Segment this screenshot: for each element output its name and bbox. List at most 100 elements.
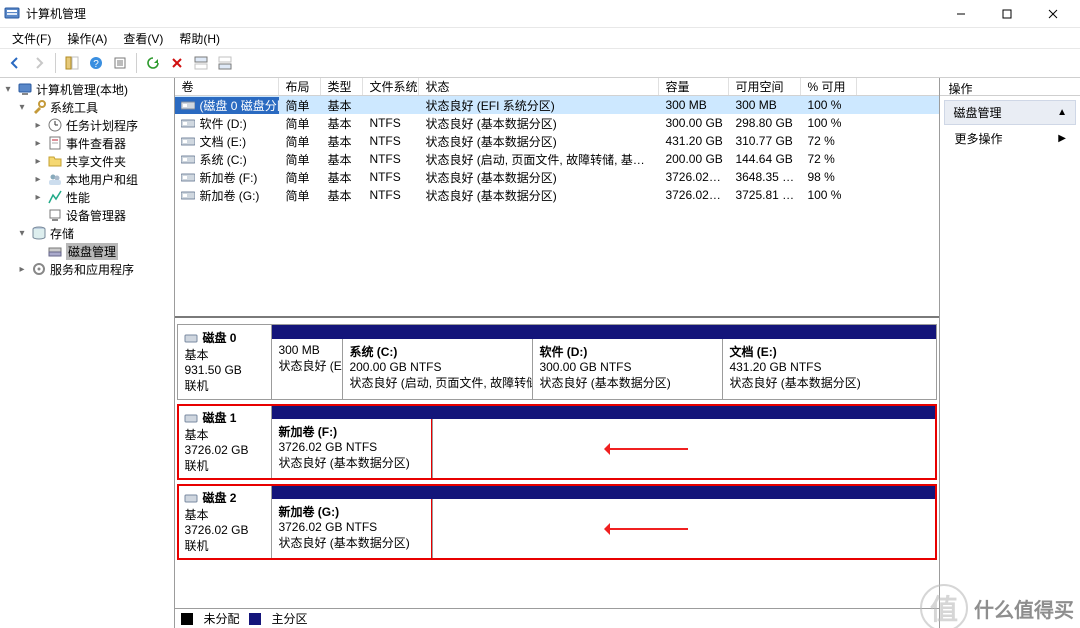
partition-size: 3726.02 GB NTFS [278,440,425,454]
collapse-icon[interactable]: ▾ [16,227,28,239]
collapse-icon[interactable]: ▾ [16,101,28,113]
navigation-tree[interactable]: ▾ 计算机管理(本地) ▾ 系统工具 ▸任务计划程序 ▸事件查看器 ▸共享文件夹… [0,78,175,628]
col-type[interactable]: 类型 [321,78,363,95]
annotation-arrow-icon [608,528,688,530]
refresh-button[interactable] [142,52,164,74]
clock-icon [47,117,63,133]
disk-name: 磁盘 0 [202,329,236,346]
drive-icon [181,99,195,111]
disk-row[interactable]: 磁盘 2基本3726.02 GB联机新加卷 (G:)3726.02 GB NTF… [177,484,937,560]
collapse-icon[interactable]: ▾ [2,83,14,95]
drive-icon [181,189,195,201]
expand-icon[interactable]: ▸ [32,191,44,203]
tools-icon [31,99,47,115]
partition-box[interactable]: 新加卷 (F:)3726.02 GB NTFS状态良好 (基本数据分区) [272,419,432,479]
forward-button[interactable] [28,52,50,74]
partition-box[interactable]: 新加卷 (G:)3726.02 GB NTFS状态良好 (基本数据分区) [272,499,432,559]
delete-button[interactable] [166,52,188,74]
disk-mgmt-icon [47,243,63,259]
perf-icon [47,189,63,205]
menu-action[interactable]: 操作(A) [59,29,115,48]
expand-icon[interactable]: ▸ [16,263,28,275]
close-button[interactable] [1030,0,1076,28]
menu-view[interactable]: 查看(V) [115,29,171,48]
tree-local-users[interactable]: ▸本地用户和组 [0,170,174,188]
volume-status: 状态良好 (基本数据分区) [419,187,659,204]
disk-status: 联机 [184,377,265,394]
disk-header[interactable]: 磁盘 0基本931.50 GB联机 [178,325,272,399]
col-free[interactable]: 可用空间 [729,78,801,95]
expand-icon[interactable]: ▸ [32,137,44,149]
partition-box[interactable]: 文档 (E:)431.20 GB NTFS状态良好 (基本数据分区) [722,339,936,399]
disk-status: 联机 [184,537,265,554]
volume-name: 新加卷 (F:) [199,169,257,186]
properties-button[interactable] [109,52,131,74]
col-status[interactable]: 状态 [419,78,659,95]
col-layout[interactable]: 布局 [279,78,321,95]
layout-top-button[interactable] [190,52,212,74]
volume-list-header[interactable]: 卷 布局 类型 文件系统 状态 容量 可用空间 % 可用 [175,78,939,96]
partition-status: 状态良好 (基本数据分区) [539,374,716,391]
volume-layout: 简单 [279,133,321,150]
col-percent[interactable]: % 可用 [801,78,857,95]
actions-more[interactable]: 更多操作 ▶ [940,129,1080,148]
disk-icon [184,331,198,345]
volume-capacity: 300.00 GB [659,116,729,130]
users-icon [47,171,63,187]
partition-strip [272,405,936,419]
disk-kind: 基本 [184,346,265,363]
volume-row[interactable]: (磁盘 0 磁盘分区 1)简单基本状态良好 (EFI 系统分区)300 MB30… [175,96,939,114]
volume-row[interactable]: 文档 (E:)简单基本NTFS状态良好 (基本数据分区)431.20 GB310… [175,132,939,150]
tree-performance[interactable]: ▸性能 [0,188,174,206]
window-title: 计算机管理 [26,5,86,22]
disk-icon [184,491,198,505]
tree-system-tools[interactable]: ▾ 系统工具 [0,98,174,116]
volume-percent: 72 % [801,134,857,148]
tree-device-manager[interactable]: 设备管理器 [0,206,174,224]
col-filesystem[interactable]: 文件系统 [363,78,419,95]
menu-help[interactable]: 帮助(H) [171,29,228,48]
disk-kind: 基本 [184,506,265,523]
tree-storage[interactable]: ▾存储 [0,224,174,242]
tree-root[interactable]: ▾ 计算机管理(本地) [0,80,174,98]
volume-type: 基本 [321,187,363,204]
volume-fs: NTFS [363,188,419,202]
title-bar: 计算机管理 [0,0,1080,28]
volume-list[interactable]: 卷 布局 类型 文件系统 状态 容量 可用空间 % 可用 (磁盘 0 磁盘分区 … [175,78,939,318]
tree-shared-folders[interactable]: ▸共享文件夹 [0,152,174,170]
col-capacity[interactable]: 容量 [659,78,729,95]
disk-row[interactable]: 磁盘 0基本931.50 GB联机300 MB状态良好 (EFI系统 (C:)2… [177,324,937,400]
disk-row[interactable]: 磁盘 1基本3726.02 GB联机新加卷 (F:)3726.02 GB NTF… [177,404,937,480]
tree-disk-management[interactable]: 磁盘管理 [0,242,174,260]
expand-icon[interactable]: ▸ [32,173,44,185]
volume-row[interactable]: 新加卷 (G:)简单基本NTFS状态良好 (基本数据分区)3726.02 GB3… [175,186,939,204]
volume-type: 基本 [321,169,363,186]
show-hide-tree-button[interactable] [61,52,83,74]
partition-box[interactable]: 系统 (C:)200.00 GB NTFS状态良好 (启动, 页面文件, 故障转… [342,339,532,399]
partition-box[interactable]: 软件 (D:)300.00 GB NTFS状态良好 (基本数据分区) [532,339,722,399]
menu-file[interactable]: 文件(F) [4,29,59,48]
volume-row[interactable]: 新加卷 (F:)简单基本NTFS状态良好 (基本数据分区)3726.02 GB3… [175,168,939,186]
help-button[interactable]: ? [85,52,107,74]
tree-task-scheduler[interactable]: ▸任务计划程序 [0,116,174,134]
maximize-button[interactable] [984,0,1030,28]
layout-bottom-button[interactable] [214,52,236,74]
volume-row[interactable]: 软件 (D:)简单基本NTFS状态良好 (基本数据分区)300.00 GB298… [175,114,939,132]
volume-row[interactable]: 系统 (C:)简单基本NTFS状态良好 (启动, 页面文件, 故障转储, 基本数… [175,150,939,168]
back-button[interactable] [4,52,26,74]
tree-event-viewer[interactable]: ▸事件查看器 [0,134,174,152]
tree-services-apps[interactable]: ▸服务和应用程序 [0,260,174,278]
expand-icon[interactable]: ▸ [32,155,44,167]
minimize-button[interactable] [938,0,984,28]
volume-capacity: 3726.02 GB [659,170,729,184]
disk-header[interactable]: 磁盘 1基本3726.02 GB联机 [178,405,272,479]
volume-layout: 简单 [279,115,321,132]
col-volume[interactable]: 卷 [175,78,279,95]
partition-box[interactable]: 300 MB状态良好 (EFI [272,339,342,399]
disk-size: 3726.02 GB [184,443,265,457]
expand-icon[interactable]: ▸ [32,119,44,131]
disk-header[interactable]: 磁盘 2基本3726.02 GB联机 [178,485,272,559]
volume-free: 3725.81 GB [729,188,801,202]
actions-group[interactable]: 磁盘管理 ▲ [944,100,1076,125]
disk-graphical-view[interactable]: 磁盘 0基本931.50 GB联机300 MB状态良好 (EFI系统 (C:)2… [175,318,939,608]
